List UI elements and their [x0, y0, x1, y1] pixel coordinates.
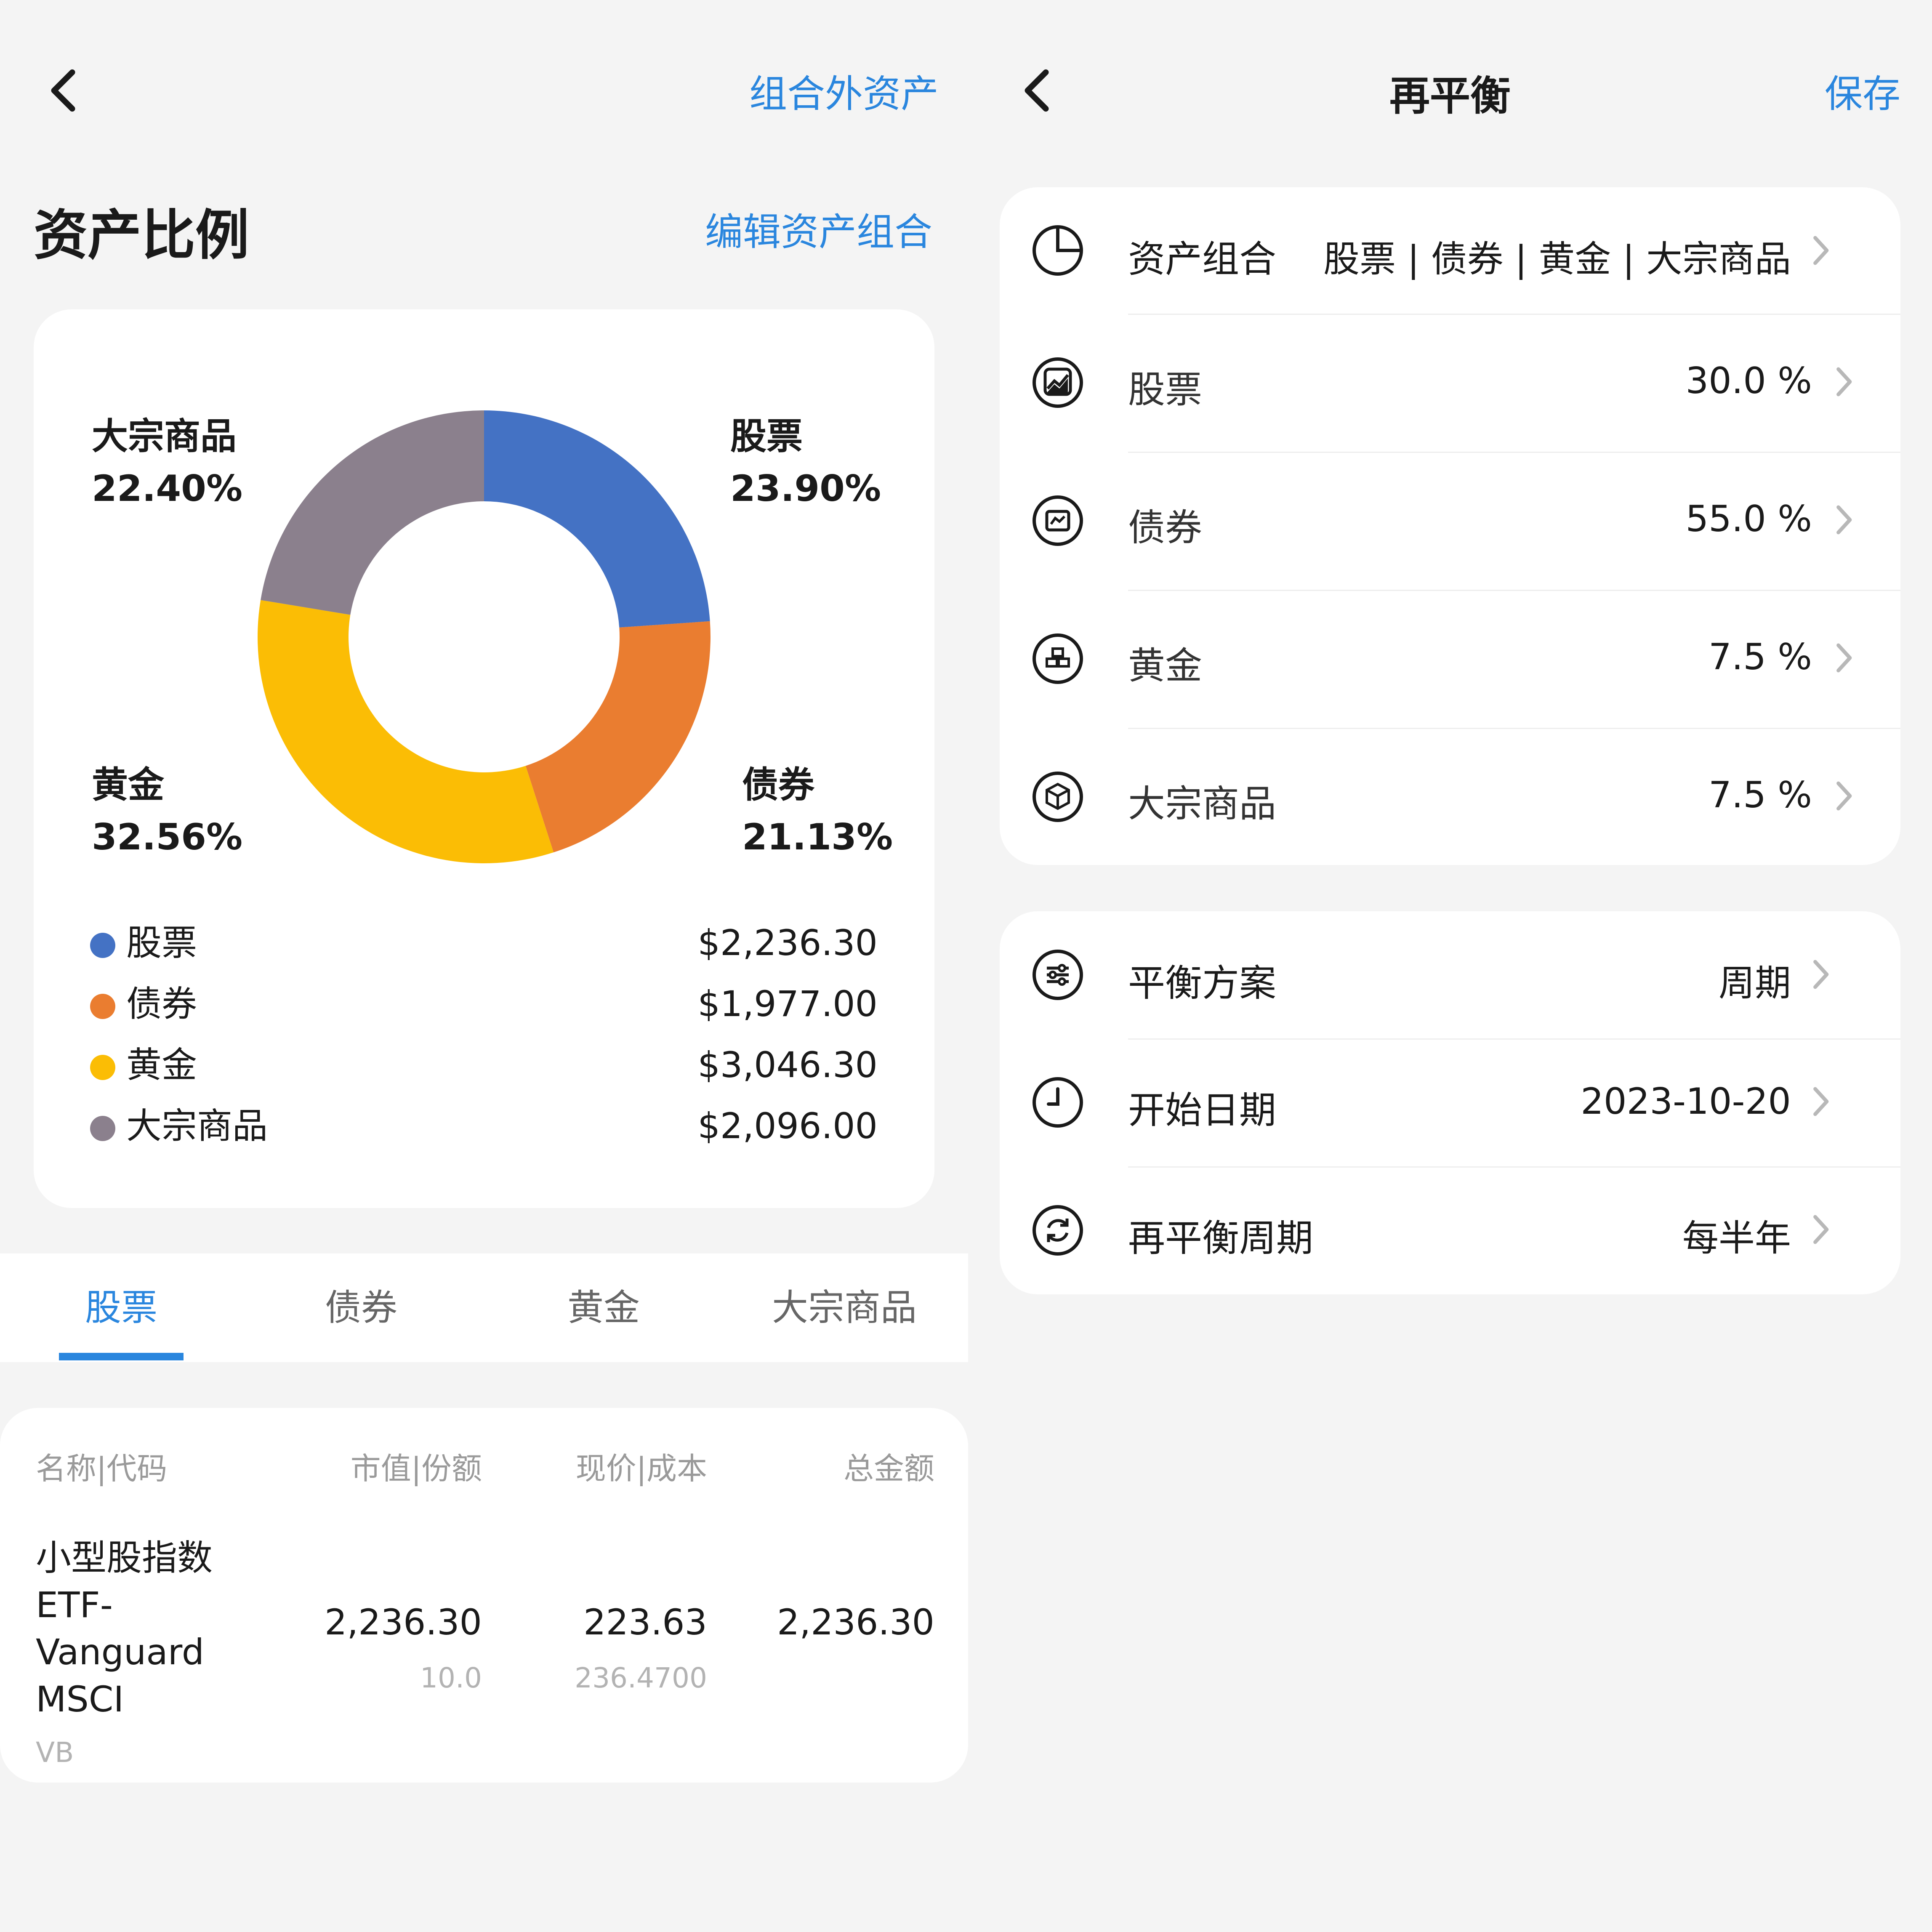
section-title: 资产比例 [34, 204, 250, 267]
tab-bond[interactable]: 债券 [278, 1253, 444, 1362]
row-value: 7.5 % [1708, 774, 1812, 816]
legend-item-stock: 股票 $2,236.30 [34, 918, 934, 968]
legend-value: $2,096.00 [697, 1105, 878, 1147]
holding-code: VB [36, 1736, 74, 1769]
save-button[interactable]: 保存 [1825, 63, 1900, 118]
tab-indicator [59, 1353, 184, 1360]
allocation-settings-card: 资产组合 股票 | 债券 | 黄金 | 大宗商品 股票 30.0 % 债券 55… [1000, 187, 1900, 865]
chevron-right-icon [1833, 503, 1854, 537]
legend-item-gold: 黄金 $3,046.30 [34, 1040, 934, 1090]
row-label: 大宗商品 [1128, 782, 1277, 825]
row-start-date[interactable]: 开始日期 2023-10-20 [1000, 1038, 1900, 1166]
row-portfolio[interactable]: 资产组合 股票 | 债券 | 黄金 | 大宗商品 [1000, 187, 1900, 314]
legend-name: 债券 [126, 983, 197, 1025]
header-name-code: 名称|代码 [36, 1451, 168, 1486]
row-label: 开始日期 [1128, 1088, 1277, 1132]
gold-bars-icon [1030, 631, 1086, 687]
pie-label-stock: 股票 23.90% [730, 415, 881, 510]
legend-item-bond: 债券 $1,977.00 [34, 979, 934, 1029]
row-value: 7.5 % [1708, 636, 1812, 678]
refresh-icon [1030, 1203, 1086, 1258]
row-rebalance-period[interactable]: 再平衡周期 每半年 [1000, 1166, 1900, 1294]
donut-slice-3 [261, 410, 484, 615]
header-total: 总金额 [843, 1451, 934, 1486]
holding-cost: 236.4700 [575, 1662, 707, 1694]
legend-value: $3,046.30 [697, 1044, 878, 1086]
row-value: 周期 [1719, 962, 1791, 1004]
pie-label-commodity: 大宗商品 22.40% [92, 415, 243, 510]
tab-stock[interactable]: 股票 [38, 1253, 205, 1362]
allocation-card: 大宗商品 22.40% 股票 23.90% 黄金 32.56% 债券 21.13… [34, 309, 934, 1208]
row-value: 55.0 % [1685, 498, 1812, 540]
chevron-right-icon [1833, 365, 1854, 399]
legend-name: 黄金 [126, 1044, 197, 1086]
row-label: 资产组合 [1128, 237, 1277, 281]
chevron-right-icon [1833, 779, 1854, 813]
off-portfolio-assets-link[interactable]: 组合外资产 [749, 63, 939, 118]
back-button[interactable] [39, 65, 89, 116]
chevron-left-icon [51, 69, 75, 112]
legend-name: 股票 [126, 922, 197, 963]
row-label: 黄金 [1128, 644, 1203, 687]
row-value: 每半年 [1682, 1217, 1791, 1259]
row-stock-target[interactable]: 股票 30.0 % [1000, 314, 1900, 452]
chevron-right-icon [1810, 1213, 1831, 1246]
legend-dot [90, 994, 115, 1019]
holdings-table: 名称|代码 市值|份额 现价|成本 总金额 小型股指数 ETF- Vanguar… [0, 1408, 968, 1783]
chevron-right-icon [1810, 958, 1831, 991]
holding-total: 2,236.30 [777, 1602, 934, 1643]
legend-value: $2,236.30 [697, 922, 878, 963]
chevron-right-icon [1833, 641, 1854, 675]
commodity-box-icon [1030, 769, 1086, 825]
row-label: 股票 [1128, 368, 1203, 411]
asset-tabs: 股票 债券 黄金 大宗商品 [0, 1253, 968, 1362]
rebalance-plan-card: 平衡方案 周期 开始日期 2023-10-20 再平衡周期 每半年 [1000, 911, 1900, 1294]
clock-icon [1030, 1075, 1086, 1130]
sliders-icon [1030, 947, 1086, 1003]
legend-name: 大宗商品 [126, 1105, 268, 1147]
asset-allocation-screen: 组合外资产 资产比例 编辑资产组合 大宗商品 22.40% 股票 23.90% … [0, 0, 968, 1932]
rebalance-screen: 再平衡 保存 资产组合 股票 | 债券 | 黄金 | 大宗商品 股票 30.0 … [968, 0, 1932, 1932]
legend-dot [90, 933, 115, 958]
header-price-cost: 现价|成本 [575, 1451, 707, 1486]
holding-shares: 10.0 [420, 1662, 482, 1694]
edit-portfolio-link[interactable]: 编辑资产组合 [705, 201, 932, 256]
stock-chart-icon [1030, 355, 1086, 410]
pie-label-gold: 黄金 32.56% [92, 764, 243, 858]
row-value: 30.0 % [1685, 360, 1812, 402]
row-bond-target[interactable]: 债券 55.0 % [1000, 452, 1900, 590]
row-gold-target[interactable]: 黄金 7.5 % [1000, 590, 1900, 728]
bond-icon [1030, 493, 1086, 548]
row-label: 债券 [1128, 506, 1203, 549]
legend-dot [90, 1055, 115, 1080]
page-title: 再平衡 [1389, 72, 1511, 120]
row-label: 平衡方案 [1128, 961, 1277, 1005]
holding-name: 小型股指数 ETF- Vanguard MSCI [36, 1537, 213, 1720]
holding-price: 223.63 [583, 1602, 707, 1643]
legend-item-commodity: 大宗商品 $2,096.00 [34, 1101, 934, 1151]
row-commodity-target[interactable]: 大宗商品 7.5 % [1000, 728, 1900, 865]
donut-slice-0 [484, 410, 710, 628]
header-value-shares: 市值|份额 [350, 1451, 482, 1486]
row-label: 再平衡周期 [1128, 1216, 1314, 1260]
pie-chart-icon [1030, 223, 1086, 278]
tab-commodity[interactable]: 大宗商品 [761, 1253, 928, 1362]
holding-market-value: 2,236.30 [324, 1602, 482, 1643]
row-balance-plan[interactable]: 平衡方案 周期 [1000, 911, 1900, 1038]
legend-value: $1,977.00 [697, 983, 878, 1025]
row-value: 2023-10-20 [1581, 1080, 1791, 1123]
donut-slice-2 [257, 600, 554, 863]
legend-dot [90, 1116, 115, 1141]
donut-slice-1 [525, 621, 711, 853]
pie-label-bond: 债券 21.13% [742, 764, 893, 858]
chevron-right-icon [1810, 1085, 1831, 1118]
row-value: 股票 | 债券 | 黄金 | 大宗商品 [1323, 238, 1791, 280]
chevron-right-icon [1810, 234, 1831, 267]
tab-gold[interactable]: 黄金 [520, 1253, 687, 1362]
